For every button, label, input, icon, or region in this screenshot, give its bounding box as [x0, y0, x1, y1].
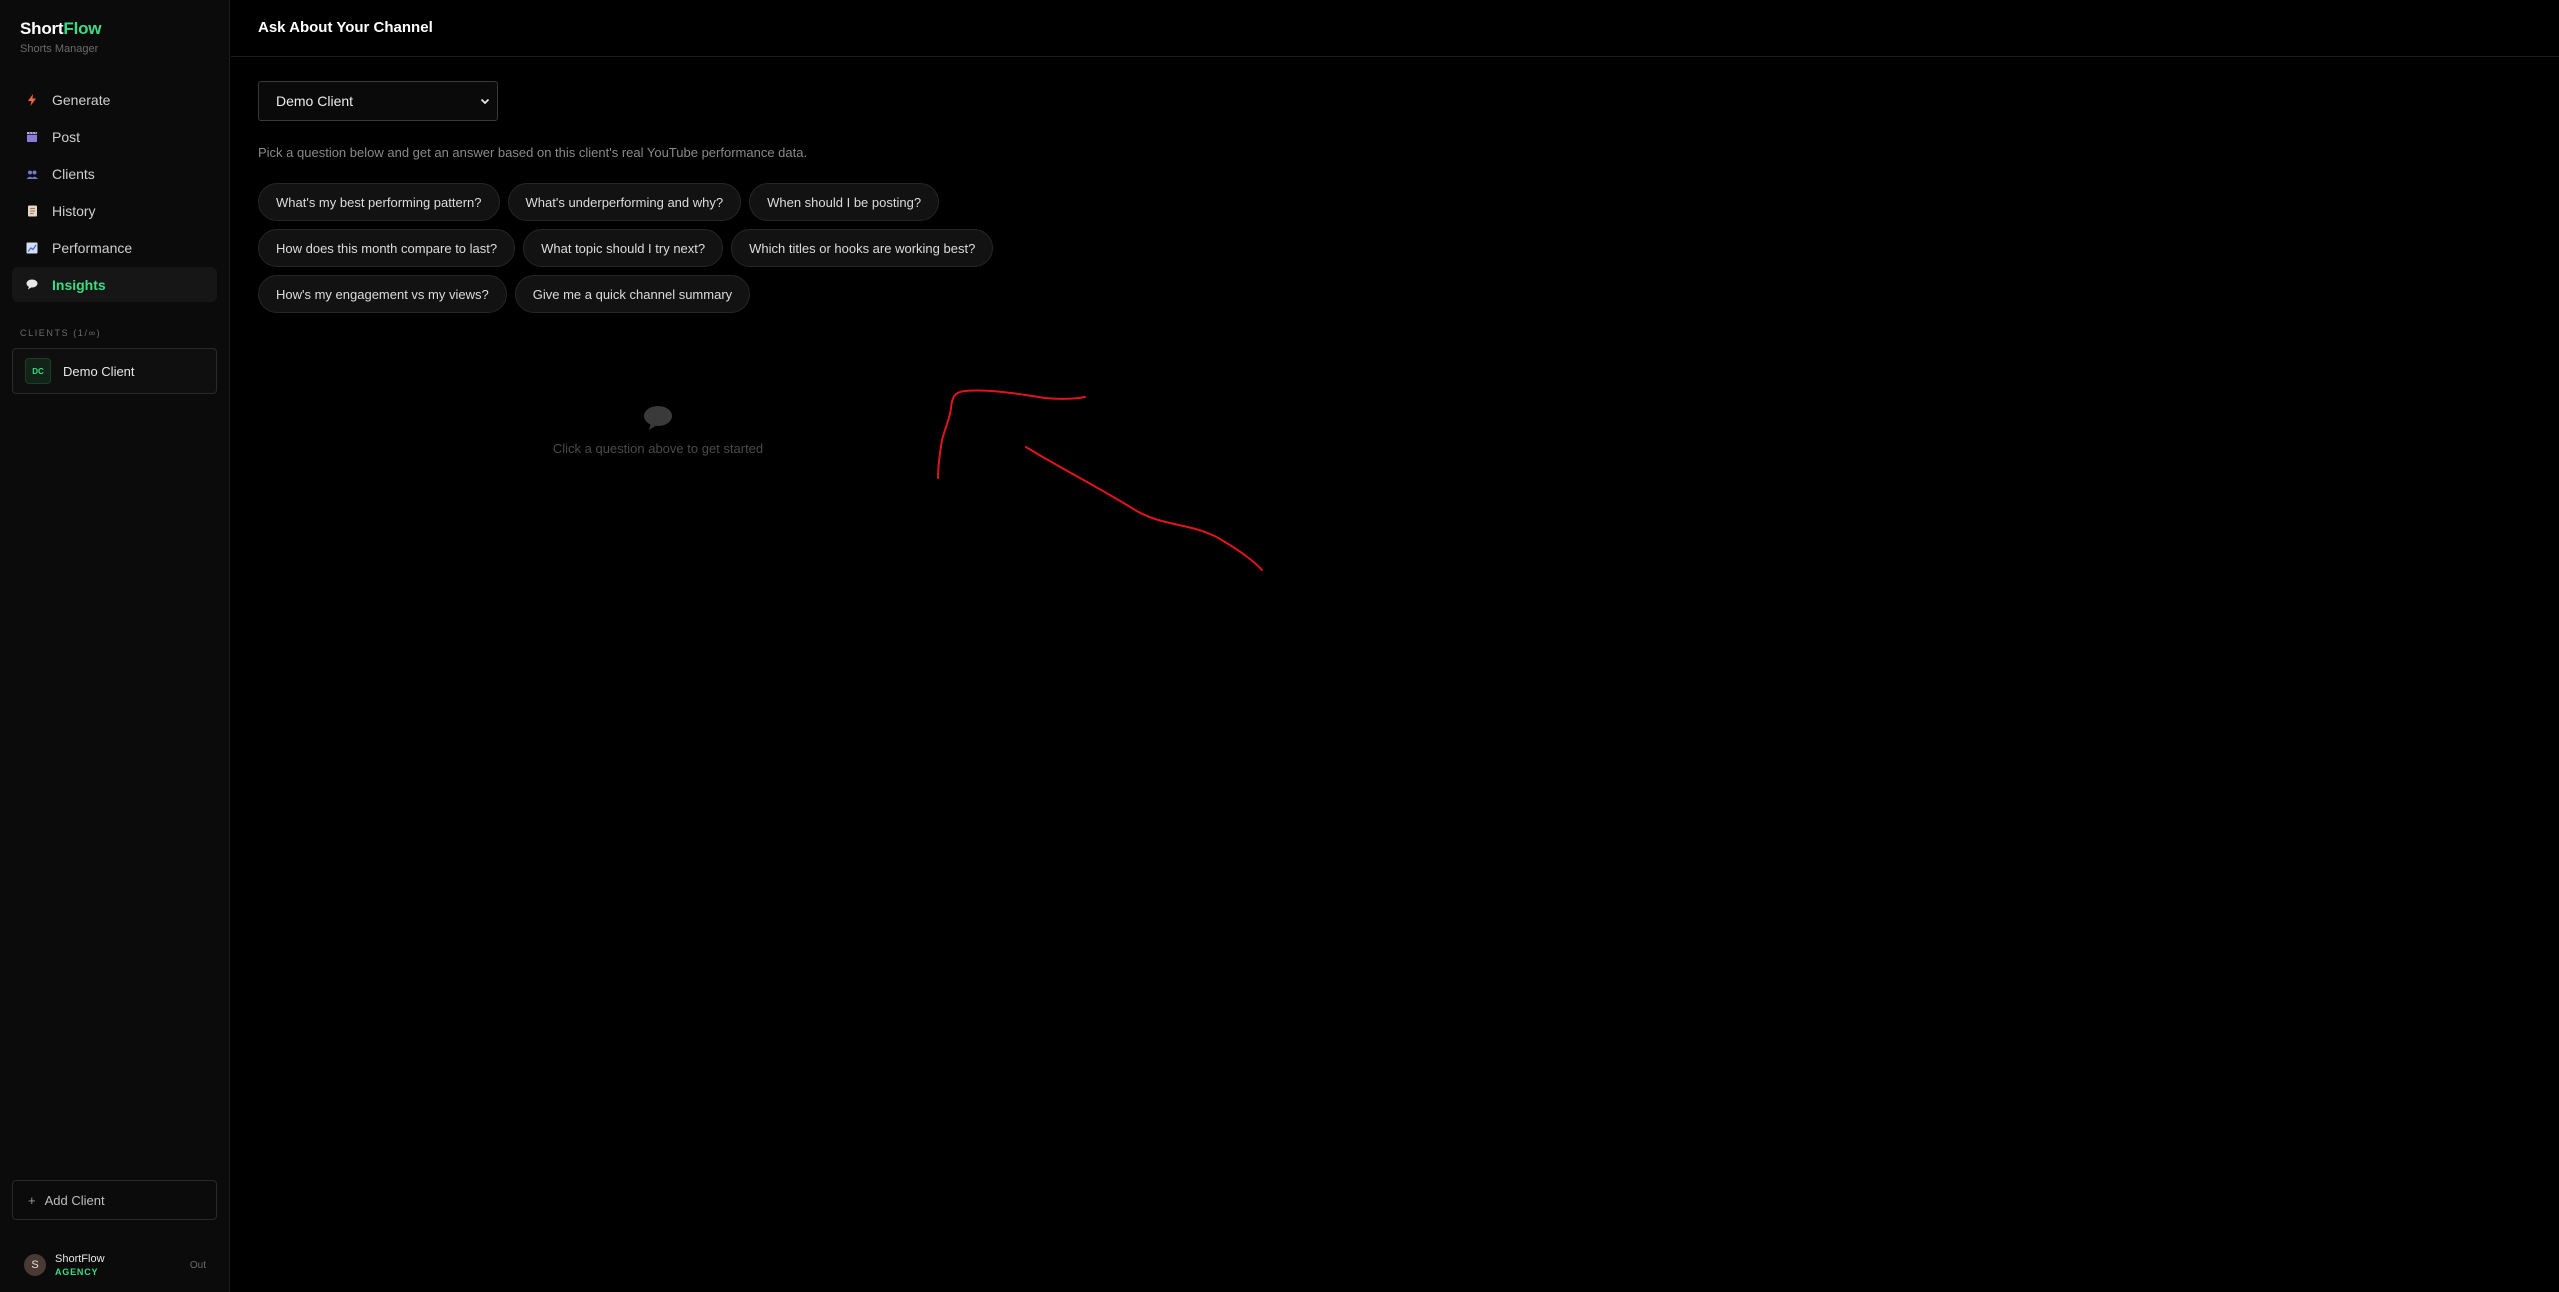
- plus-icon: +: [28, 1192, 36, 1208]
- sidebar-item-performance[interactable]: Performance: [12, 230, 217, 265]
- brand: ShortFlow Shorts Manager: [20, 19, 102, 55]
- annotation-stroke-diagonal: [1025, 446, 1263, 571]
- question-chips: What's my best performing pattern? What'…: [258, 183, 1158, 321]
- lightning-icon: [26, 93, 38, 106]
- question-chip[interactable]: How does this month compare to last?: [258, 229, 516, 267]
- client-select[interactable]: Demo Client: [258, 81, 498, 121]
- add-client-button[interactable]: + Add Client: [12, 1180, 217, 1220]
- sidebar-item-label: History: [52, 202, 96, 219]
- add-client-label: Add Client: [44, 1192, 105, 1208]
- user-name: ShortFlow: [55, 1252, 105, 1265]
- users-icon: [26, 168, 38, 180]
- avatar[interactable]: S: [24, 1254, 46, 1276]
- user-plan-badge: AGENCY: [55, 1266, 99, 1277]
- question-chip[interactable]: How's my engagement vs my views?: [258, 275, 507, 313]
- top-bar: Ask About Your Channel: [231, 0, 2559, 57]
- empty-state-text: Click a question above to get started: [552, 441, 764, 456]
- sidebar-item-label: Performance: [52, 239, 133, 256]
- sidebar-item-label: Clients: [52, 165, 95, 182]
- sidebar-item-generate[interactable]: Generate: [12, 82, 217, 117]
- sidebar-item-insights[interactable]: Insights: [12, 267, 217, 302]
- page-title: Ask About Your Channel: [258, 19, 433, 36]
- user-profile: S ShortFlow AGENCY Out: [24, 1250, 206, 1280]
- brand-name-part2: Flow: [63, 19, 102, 38]
- chart-icon: [26, 242, 38, 254]
- speech-bubble-icon: [26, 279, 38, 291]
- clients-section-label: CLIENTS (1/∞): [20, 328, 102, 338]
- question-chip[interactable]: When should I be posting?: [749, 183, 940, 221]
- client-card[interactable]: DC Demo Client: [12, 348, 217, 394]
- sidebar-item-clients[interactable]: Clients: [12, 156, 217, 191]
- sidebar-nav: Generate Post Clients History Performanc…: [12, 82, 217, 304]
- client-select-value: Demo Client: [276, 93, 354, 109]
- empty-state: Click a question above to get started: [520, 405, 796, 456]
- question-row: How does this month compare to last? Wha…: [258, 229, 1158, 267]
- annotation-stroke-hook: [937, 389, 1086, 479]
- question-row: How's my engagement vs my views? Give me…: [258, 275, 1158, 313]
- question-chip[interactable]: What topic should I try next?: [523, 229, 724, 267]
- question-row: What's my best performing pattern? What'…: [258, 183, 1158, 221]
- helper-text: Pick a question below and get an answer …: [258, 145, 808, 160]
- client-avatar: DC: [25, 358, 51, 384]
- sidebar-item-label: Post: [52, 128, 81, 145]
- sidebar-item-label: Insights: [52, 276, 106, 293]
- scroll-icon: [26, 205, 38, 217]
- sidebar-item-label: Generate: [52, 91, 111, 108]
- brand-logo[interactable]: ShortFlow: [20, 19, 102, 39]
- sidebar: ShortFlow Shorts Manager Generate Post C…: [0, 0, 230, 1292]
- question-chip[interactable]: Which titles or hooks are working best?: [731, 229, 994, 267]
- brand-subtitle: Shorts Manager: [20, 43, 99, 55]
- sidebar-item-post[interactable]: Post: [12, 119, 217, 154]
- user-info: ShortFlow AGENCY: [55, 1253, 190, 1278]
- question-chip[interactable]: Give me a quick channel summary: [514, 275, 751, 313]
- sidebar-item-history[interactable]: History: [12, 193, 217, 228]
- question-chip[interactable]: What's my best performing pattern?: [258, 183, 500, 221]
- clapper-icon: [26, 131, 38, 143]
- client-name: Demo Client: [63, 363, 135, 379]
- chevron-down-icon: [478, 94, 492, 108]
- brand-name-part1: Short: [20, 19, 64, 38]
- speech-bubble-icon: [643, 405, 673, 431]
- question-chip[interactable]: What's underperforming and why?: [507, 183, 742, 221]
- logout-button[interactable]: Out: [190, 1260, 206, 1271]
